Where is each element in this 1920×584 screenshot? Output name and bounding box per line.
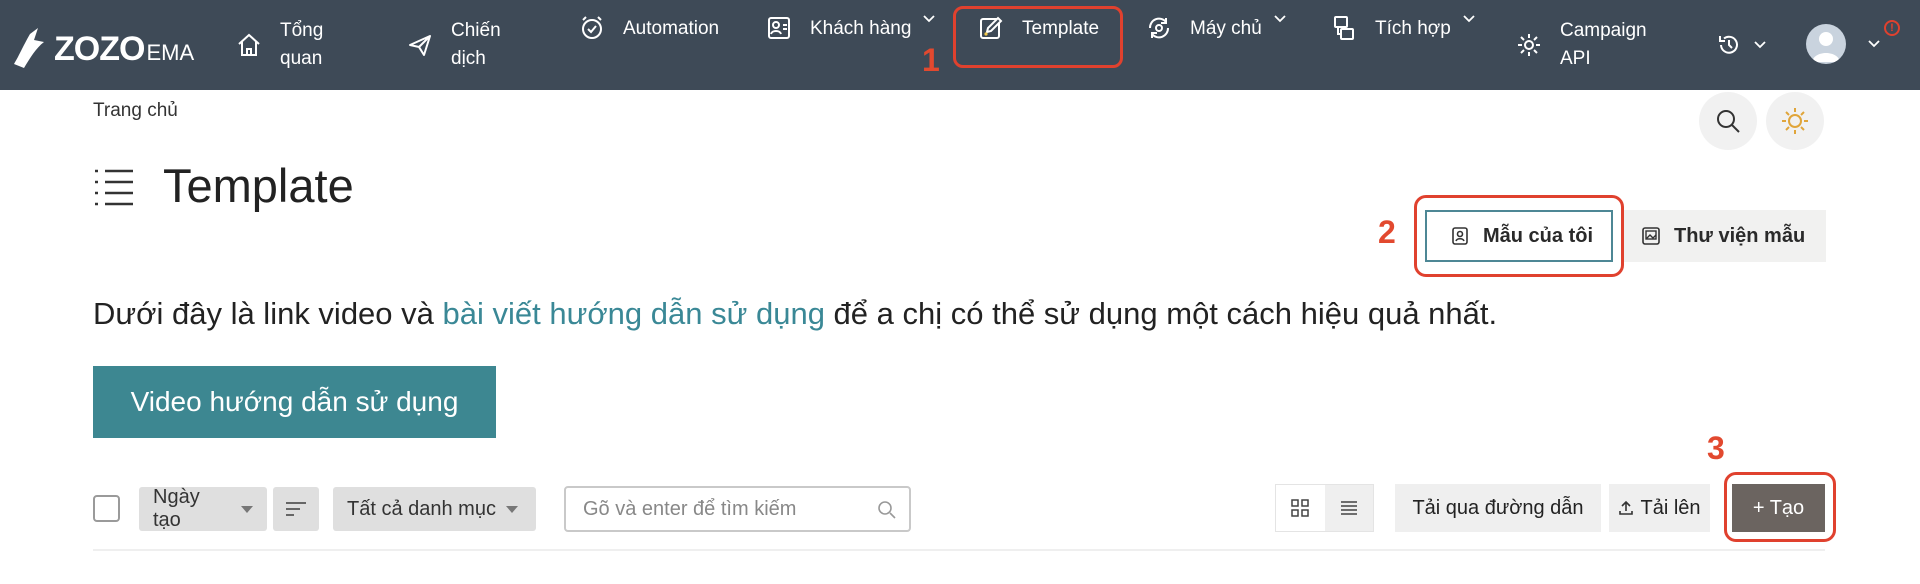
select-all-checkbox[interactable] [93,495,120,522]
chevron-down-icon [1754,41,1766,49]
template-search-input[interactable]: Gõ và enter để tìm kiếm [564,486,911,532]
annotation-step-1: 1 [922,42,940,78]
nav-item-customers[interactable]: Khách hàng [766,0,936,90]
upload-from-url-button[interactable]: Tải qua đường dẫn [1395,484,1601,532]
logo-text: ZOZO [54,30,145,68]
nav-item-automation[interactable]: Automation [579,0,719,90]
nav-label-servers: Máy chủ [1190,18,1262,39]
view-mode-toggle [1275,484,1374,532]
annotation-step-3: 3 [1707,430,1725,466]
search-placeholder: Gõ và enter để tìm kiếm [583,497,797,520]
search-button[interactable] [1699,92,1757,150]
logo-subtext: EMA [146,40,195,65]
annotation-highlight-template [953,6,1123,68]
intro-text-start: Dưới đây là link video và [93,296,443,331]
grid-icon [1291,499,1309,517]
page-title: Template [163,159,354,212]
search-icon [878,501,896,519]
upload-button[interactable]: Tải lên [1609,484,1710,532]
nav-item-campaign-api[interactable]: Campaign API [1516,0,1676,90]
search-icon [1717,110,1740,133]
annotation-step-2: 2 [1378,214,1396,250]
content-divider [93,549,1825,551]
intro-text-end: để a chị có thể sử dụng một cách hiệu qu… [824,296,1498,331]
chevron-down-icon[interactable] [1868,40,1880,48]
sort-order-button[interactable] [273,487,319,531]
nav-label-campaign: Chiến dịch [451,20,501,69]
guide-article-link[interactable]: bài viết hướng dẫn sử dụng [443,296,825,331]
upload-icon [1619,500,1634,515]
top-navigation-bar: ZOZO EMA Tổng quan Chiến dịch Automation… [0,0,1920,90]
alarm-clock-icon [579,15,605,41]
zozo-ema-logo[interactable]: ZOZO EMA [10,20,194,70]
intro-text: Dưới đây là link video và bài viết hướng… [93,296,1497,332]
my-templates-label: Mẫu của tôi [1483,224,1594,247]
user-icon [1812,32,1840,62]
chevron-down-icon [1463,15,1475,23]
my-templates-button[interactable]: Mẫu của tôi [1425,210,1613,262]
nav-label-overview: Tổng quan [280,20,324,69]
sun-icon [1782,108,1808,134]
nav-item-servers[interactable]: Máy chủ [1146,0,1286,90]
nav-item-campaign[interactable]: Chiến dịch [407,0,537,90]
alert-icon[interactable]: ! [1884,20,1900,36]
contacts-icon [766,15,792,41]
list-view-button[interactable] [1324,485,1373,531]
list-view-icon [1340,501,1357,515]
nav-label-integrations: Tích hợp [1375,18,1451,39]
sort-field-select[interactable]: Ngày tạo [139,486,267,531]
nav-item-integrations[interactable]: Tích hợp [1331,0,1475,90]
nav-label-automation: Automation [623,18,720,39]
breadcrumb[interactable]: Trang chủ [93,100,178,122]
create-button[interactable]: + Tạo [1732,484,1825,532]
sort-icon [286,502,306,516]
template-card-icon [1452,227,1468,245]
gear-api-icon [1516,32,1542,58]
server-sync-icon [1146,15,1172,41]
category-filter-select[interactable]: Tất cả danh mục [333,487,536,531]
template-library-button[interactable]: Thư viện mẫu [1624,210,1826,262]
history-menu[interactable] [1716,0,1766,90]
send-icon [407,32,433,58]
chevron-down-icon [1274,15,1286,23]
nav-label-campaign-api: Campaign API [1560,20,1647,69]
template-library-label: Thư viện mẫu [1674,224,1806,247]
theme-toggle-button[interactable] [1766,92,1824,150]
category-filter-label: Tất cả danh mục [347,497,496,520]
grid-view-button[interactable] [1276,485,1325,531]
upload-label: Tải lên [1640,496,1701,519]
video-guide-button[interactable]: Video hướng dẫn sử dụng [93,366,496,438]
sort-field-label: Ngày tạo [153,486,200,531]
history-icon [1716,32,1742,58]
home-icon [236,32,262,58]
logo-mark-icon [14,28,44,68]
chevron-down-icon [923,15,936,23]
integration-icon [1331,15,1357,41]
caret-down-icon [241,505,253,513]
nav-item-overview[interactable]: Tổng quan [236,0,366,90]
caret-down-icon [505,505,518,513]
page-header: Template [93,158,354,213]
user-avatar[interactable] [1806,24,1846,64]
list-icon [95,169,133,205]
nav-label-customers: Khách hàng [810,18,912,39]
image-gallery-icon [1642,227,1660,245]
